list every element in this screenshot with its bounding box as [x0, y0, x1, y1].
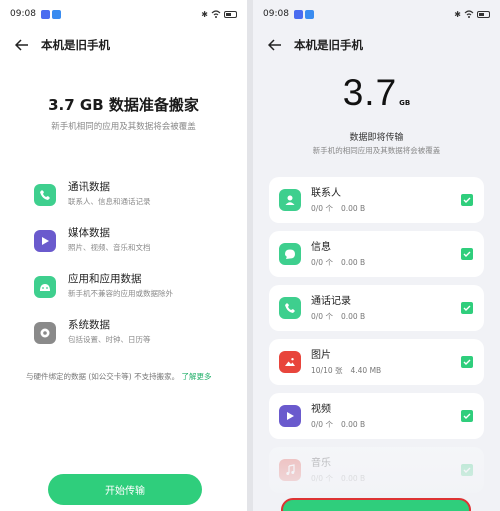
notification-badge-icon [293, 9, 303, 19]
bluetooth-icon: ✱ [201, 9, 208, 19]
notification-badge-icon [304, 9, 314, 19]
item-count: 0/0 个 [311, 203, 333, 213]
category-desc: 联系人、信息和通话记录 [68, 197, 151, 206]
status-time: 09:08 [263, 9, 289, 19]
picture-icon [279, 351, 301, 373]
item-count: 0/0 个 [311, 311, 333, 321]
wifi-icon [211, 10, 221, 18]
item-name: 视频 [311, 403, 331, 415]
overwrite-warning: 新手机的相同应用及其数据将会被覆盖 [312, 146, 441, 155]
category-name: 媒体数据 [68, 227, 110, 239]
wifi-icon [464, 10, 474, 18]
item-size: 0.00 B [340, 203, 366, 213]
battery-icon [477, 10, 490, 18]
old-phone-screen-left: 09:08 ✱ 本机是旧手机 3.7 GB 数据准备搬家 新手机相同的应用及其数… [0, 0, 247, 511]
system-gear-icon [34, 322, 56, 344]
contact-icon [279, 189, 301, 211]
item-count: 10/10 张 [311, 365, 343, 375]
phone-icon [34, 184, 56, 206]
item-size: 4.40 MB [350, 365, 382, 375]
item-count: 0/0 个 [311, 473, 333, 483]
play-icon [34, 230, 56, 252]
back-arrow-icon[interactable] [265, 35, 285, 55]
item-name: 图片 [311, 349, 331, 361]
checkbox-checked-icon[interactable] [461, 248, 473, 260]
bluetooth-icon: ✱ [454, 9, 461, 19]
checkbox-checked-icon[interactable] [461, 464, 473, 476]
category-name: 系统数据 [68, 319, 110, 331]
overwrite-warning: 新手机相同的应用及其数据将会被覆盖 [51, 122, 196, 132]
item-name: 通话记录 [311, 295, 351, 307]
status-icons: ✱ [454, 10, 490, 19]
item-name: 信息 [311, 241, 331, 253]
back-arrow-icon[interactable] [12, 35, 32, 55]
item-size: 0.00 B [340, 311, 366, 321]
list-item-messages[interactable]: 信息 0/0 个 0.00 B [269, 231, 484, 277]
transfer-item-list: 联系人 0/0 个 0.00 B 信息 0/0 个 0.00 B 通话记录 0/0 … [269, 177, 484, 501]
old-phone-screen-right: 09:08 ✱ 本机是旧手机 3.7 GB 数据即将传输 新手机的相同应用及其数据… [253, 0, 500, 511]
size-unit: GB [399, 99, 411, 107]
header: 本机是旧手机 [253, 28, 500, 62]
list-item-call-log[interactable]: 通话记录 0/0 个 0.00 B [269, 285, 484, 331]
notification-badge-icon [40, 9, 50, 19]
transfer-button-highlighted[interactable] [281, 498, 471, 511]
category-desc: 新手机不兼容的应用或数据除外 [68, 289, 173, 298]
page-title: 本机是旧手机 [41, 38, 110, 52]
item-count: 0/0 个 [311, 419, 333, 429]
checkbox-checked-icon[interactable] [461, 356, 473, 368]
message-icon [279, 243, 301, 265]
checkbox-checked-icon[interactable] [461, 302, 473, 314]
item-size: 0.00 B [340, 257, 366, 267]
video-icon [279, 405, 301, 427]
checkbox-checked-icon[interactable] [461, 194, 473, 206]
category-desc: 照片、视频、音乐和文档 [68, 243, 151, 252]
music-icon [279, 459, 301, 481]
category-name: 应用和应用数据 [68, 273, 142, 285]
battery-icon [224, 10, 237, 18]
hardware-data-note: 与硬件绑定的数据 (如公交卡等) 不支持搬家。 了解更多 [26, 371, 212, 382]
header: 本机是旧手机 [0, 28, 247, 62]
transfer-status: 数据即将传输 [349, 133, 404, 143]
item-size: 0.00 B [340, 473, 366, 483]
item-size: 0.00 B [340, 419, 366, 429]
data-size-title: 3.7 GB 数据准备搬家 [48, 96, 199, 114]
status-icons: ✱ [201, 10, 237, 19]
category-name: 通讯数据 [68, 181, 110, 193]
transfer-size: 3.7 GB [253, 72, 500, 114]
status-bar: 09:08 ✱ [0, 0, 247, 28]
size-value: 3.7 [342, 72, 398, 113]
item-name: 音乐 [311, 457, 331, 469]
item-count: 0/0 个 [311, 257, 333, 267]
list-item-pictures[interactable]: 图片 10/10 张 4.40 MB [269, 339, 484, 385]
data-category-list: 通讯数据 联系人、信息和通话记录 媒体数据 照片、视频、音乐和文档 应用和应用数… [34, 180, 234, 364]
list-item-media: 媒体数据 照片、视频、音乐和文档 [34, 226, 234, 272]
status-time: 09:08 [10, 9, 36, 19]
list-item-contacts[interactable]: 联系人 0/0 个 0.00 B [269, 177, 484, 223]
note-text: 与硬件绑定的数据 (如公交卡等) 不支持搬家。 [26, 372, 180, 381]
status-bar: 09:08 ✱ [253, 0, 500, 28]
category-desc: 包括设置、时钟、日历等 [68, 335, 151, 344]
checkbox-checked-icon[interactable] [461, 410, 473, 422]
start-transfer-button[interactable]: 开始传输 [48, 474, 202, 505]
phone-icon [279, 297, 301, 319]
list-item-apps: 应用和应用数据 新手机不兼容的应用或数据除外 [34, 272, 234, 318]
list-item-videos[interactable]: 视频 0/0 个 0.00 B [269, 393, 484, 439]
page-title: 本机是旧手机 [294, 38, 363, 52]
android-icon [34, 276, 56, 298]
list-item-music[interactable]: 音乐 0/0 个 0.00 B [269, 447, 484, 493]
learn-more-link[interactable]: 了解更多 [182, 372, 212, 381]
list-item-system: 系统数据 包括设置、时钟、日历等 [34, 318, 234, 364]
notification-badge-icon [51, 9, 61, 19]
item-name: 联系人 [311, 187, 341, 199]
list-item-communication: 通讯数据 联系人、信息和通话记录 [34, 180, 234, 226]
